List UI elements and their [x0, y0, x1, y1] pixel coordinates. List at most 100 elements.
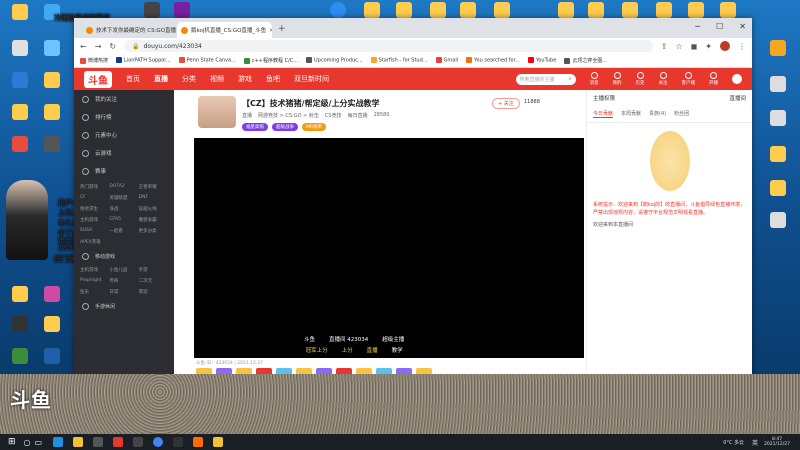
desktop-icon[interactable] — [760, 146, 796, 164]
search-input[interactable]: 搜索直播的主播 ⌕ — [515, 73, 576, 85]
tab-today[interactable]: 今日贡献 — [593, 110, 614, 118]
desktop-icon[interactable] — [2, 316, 38, 334]
desktop-icon[interactable] — [760, 180, 796, 198]
tab-noble[interactable]: 贵族(4) — [649, 110, 666, 118]
desktop-icon[interactable] — [2, 104, 38, 122]
badge[interactable]: MR榜单 — [302, 123, 327, 131]
bookmark-item[interactable]: You searched for... — [466, 57, 520, 64]
nav-home[interactable]: 首页 — [126, 74, 140, 84]
category-link[interactable]: CF — [80, 195, 109, 201]
nav-yuba[interactable]: 鱼吧 — [266, 74, 280, 84]
badge[interactable]: 超级战争 — [272, 123, 298, 131]
tab-week[interactable]: 本周贡献 — [621, 110, 641, 118]
category-link[interactable]: DOTA2 — [109, 184, 138, 190]
bookmark-item[interactable]: YouTube — [527, 57, 556, 64]
panel-header-label[interactable]: 主播权限 — [593, 94, 615, 102]
category-link[interactable]: 主机游戏 — [80, 217, 109, 223]
nav-event[interactable]: 双旦新时间 — [294, 74, 329, 84]
sidebar-item-cloud-game[interactable]: 云游戏 — [74, 144, 174, 162]
desktop-icon[interactable] — [2, 348, 38, 366]
nav-live[interactable]: 直播 — [154, 74, 168, 84]
sidebar-item-center[interactable]: 元素中心 — [74, 126, 174, 144]
follow-button[interactable]: + 关注 — [492, 98, 520, 109]
maximize-button[interactable]: ☐ — [716, 22, 723, 31]
bookmark-item[interactable]: Upcoming Produc... — [306, 57, 363, 64]
header-client[interactable]: 客户端 — [682, 72, 695, 86]
category-link[interactable]: Propnight — [80, 278, 109, 284]
new-tab-icon[interactable]: + — [278, 24, 286, 34]
desktop-icon[interactable] — [760, 76, 796, 94]
header-follow[interactable]: 关注 — [659, 72, 668, 86]
nav-category[interactable]: 分类 — [182, 74, 196, 84]
category-link[interactable]: 萌宠 — [139, 289, 168, 295]
desktop-icon[interactable] — [34, 348, 70, 366]
forward-icon[interactable]: → — [95, 42, 102, 51]
app-icon[interactable] — [133, 437, 144, 447]
header-mine[interactable]: 我的 — [613, 72, 622, 86]
search-icon[interactable]: ○ — [24, 438, 31, 447]
desktop-icon[interactable] — [34, 72, 70, 90]
desktop-icon[interactable] — [34, 40, 70, 58]
extension-icon[interactable]: ◼ — [691, 42, 698, 51]
browser-tab[interactable]: 技术下发你最确定的 CS:GO直播 × — [82, 22, 177, 38]
category-link[interactable]: 英雄联盟 — [109, 195, 138, 201]
sidebar-group-mobile[interactable]: 移动游戏 — [74, 249, 174, 263]
bookmark-item[interactable]: c++程序教程 C/C... — [243, 57, 298, 64]
category-link[interactable]: 一起看 — [109, 228, 138, 234]
category-link[interactable]: SUSA — [80, 228, 109, 234]
sidebar-item-events[interactable]: 赛事 — [74, 162, 174, 180]
category-link[interactable]: 鱼乐 — [80, 289, 109, 295]
desktop-icon[interactable] — [2, 4, 38, 22]
bookmark-item[interactable]: Starfish - for Stud... — [370, 57, 428, 64]
obs-icon[interactable] — [173, 437, 184, 447]
chrome-icon[interactable] — [153, 437, 164, 447]
star-icon[interactable]: ☆ — [675, 42, 682, 51]
bookmark-item[interactable]: LionPATH Suppor... — [116, 57, 171, 64]
desktop-icon[interactable] — [760, 40, 796, 58]
category-link[interactable]: 绝地求生 — [80, 206, 109, 212]
desktop-icon[interactable] — [760, 212, 796, 230]
sidebar-item-follow[interactable]: 我的关注 — [74, 90, 174, 108]
task-view-icon[interactable]: ▭ — [35, 438, 43, 447]
video-player[interactable]: 斗鱼 直播间 423034 超级主播 冠军上分 上分 直播 教学 — [194, 138, 584, 358]
category-link[interactable]: 二次元 — [139, 278, 168, 284]
bookmark-item[interactable]: Penn State Canva... — [178, 57, 236, 64]
room-meta-item[interactable]: 网游竞技 > CS:GO > 射击 — [258, 112, 319, 119]
weather-text[interactable]: 0°C 多云 — [723, 439, 744, 446]
category-link[interactable]: 日常 — [109, 289, 138, 295]
category-link[interactable]: 热门游戏 — [80, 184, 109, 190]
close-tab-icon[interactable]: × — [269, 27, 272, 34]
header-broadcast[interactable]: 开播 — [709, 72, 718, 86]
desktop-icon[interactable] — [2, 72, 38, 90]
desktop-icon[interactable] — [34, 136, 70, 154]
url-input[interactable]: 🔒 douyu.com/423034 — [124, 40, 653, 52]
menu-icon[interactable]: ⋮ — [738, 42, 746, 51]
profile-avatar[interactable] — [720, 41, 730, 51]
desktop-icon[interactable] — [760, 110, 796, 128]
clock[interactable]: 8:47 2021/12/27 — [764, 437, 790, 447]
bookmark-item[interactable]: Gmail — [435, 57, 458, 64]
search-icon[interactable]: ⌕ — [569, 76, 572, 82]
douyu-logo[interactable]: 斗鱼 — [84, 70, 112, 88]
header-message[interactable]: 消息 — [590, 72, 599, 86]
category-link[interactable]: DNF — [139, 195, 168, 201]
edge-icon[interactable] — [53, 437, 64, 447]
desktop-icon[interactable] — [2, 40, 38, 58]
category-link[interactable]: 穿越火线 — [139, 206, 168, 212]
category-link[interactable]: 手游 — [139, 267, 168, 273]
panel-subheader-label[interactable]: 直播间 — [729, 94, 746, 102]
explorer-icon[interactable] — [73, 437, 84, 447]
category-link[interactable]: 小鱼儿园 — [109, 267, 138, 273]
back-icon[interactable]: ← — [80, 42, 87, 51]
nav-games[interactable]: 游戏 — [238, 74, 252, 84]
desktop-icon[interactable] — [34, 104, 70, 122]
anchor-avatar[interactable] — [198, 96, 236, 128]
header-history[interactable]: 历史 — [636, 72, 645, 86]
avatar[interactable] — [732, 74, 742, 84]
minimize-button[interactable]: ─ — [695, 22, 700, 31]
desktop-icon[interactable] — [2, 286, 38, 304]
category-link[interactable]: 主机游戏 — [80, 267, 109, 273]
close-window-button[interactable]: ✕ — [739, 22, 746, 31]
nav-video[interactable]: 视频 — [210, 74, 224, 84]
share-icon[interactable]: ⇪ — [661, 42, 668, 51]
